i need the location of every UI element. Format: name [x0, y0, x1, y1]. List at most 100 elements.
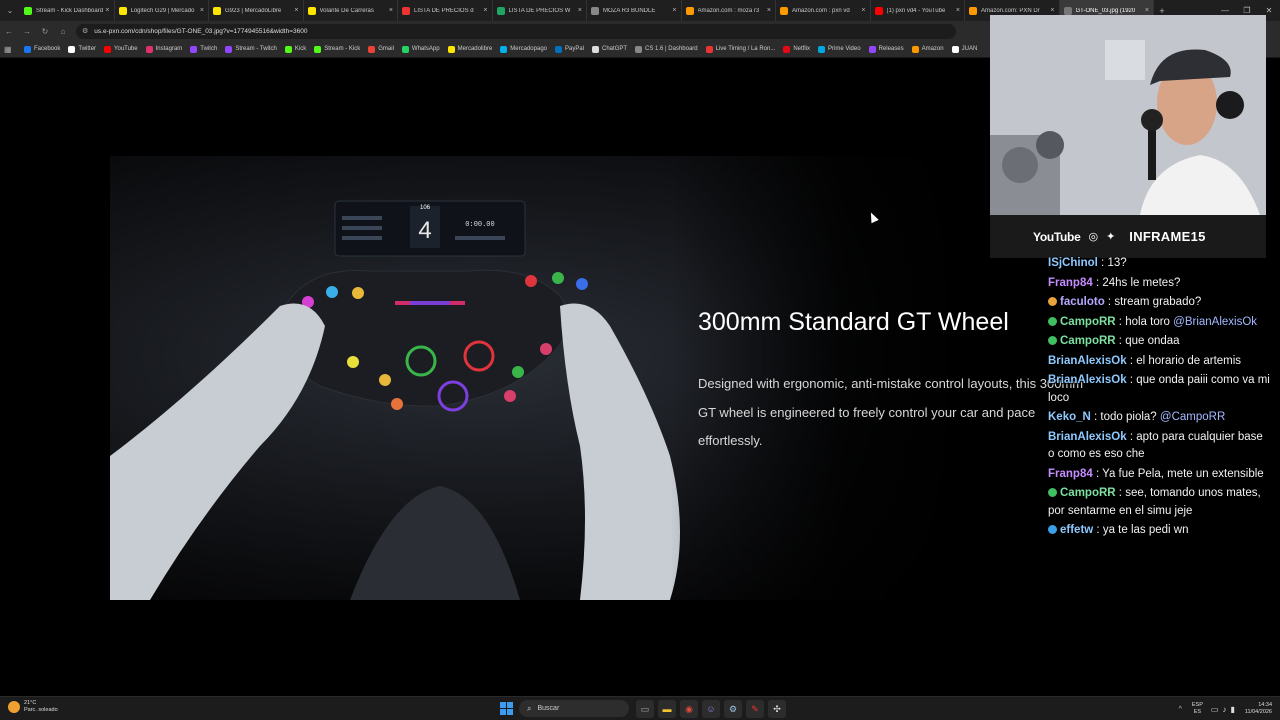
address-bar[interactable]: ⚙ us.e-pxn.com/cdn/shop/files/GT-ONE_03.…	[76, 23, 956, 39]
bookmark-item[interactable]: JUAN	[951, 45, 977, 53]
chat-separator: :	[1092, 276, 1103, 289]
tab-close-icon[interactable]: ×	[578, 7, 582, 14]
new-tab-button[interactable]: +	[1154, 6, 1170, 16]
tab-close-icon[interactable]: ×	[956, 7, 960, 14]
browser-tab[interactable]: (1) pxn vd4 - YouTube ×	[871, 0, 965, 21]
language-indicator[interactable]: ESP ES	[1192, 702, 1203, 716]
tab-title: Amazon.com : pxn vd	[792, 7, 850, 14]
tab-close-icon[interactable]: ×	[1050, 7, 1054, 14]
lap-time-readout: 0:00.00	[465, 221, 494, 229]
browser-tab[interactable]: Stream - Kick Dashboard ×	[20, 0, 115, 21]
tab-close-icon[interactable]: ×	[1145, 7, 1149, 14]
chat-message: BrianAlexisOk : el horario de artemis	[1048, 353, 1270, 371]
tab-favicon-icon	[780, 6, 788, 15]
bookmark-label: Amazon	[921, 46, 944, 52]
chat-separator: :	[1092, 467, 1103, 480]
close-window-icon[interactable]: ✕	[1258, 6, 1280, 15]
tab-close-icon[interactable]: ×	[389, 7, 393, 14]
obs-icon[interactable]: ✎	[746, 700, 764, 718]
weather-temp: 21°C	[24, 700, 37, 706]
bookmark-item[interactable]: Facebook	[24, 45, 60, 53]
tab-close-icon[interactable]: ×	[200, 7, 204, 14]
file-explorer-icon[interactable]: ▬	[658, 700, 676, 718]
url-text: us.e-pxn.com/cdn/shop/files/GT-ONE_03.jp…	[94, 27, 308, 35]
forward-icon[interactable]: →	[18, 27, 36, 36]
windows-start-icon[interactable]	[500, 702, 513, 715]
tab-close-icon[interactable]: ×	[861, 7, 865, 14]
taskbar-search[interactable]: ⌕ Buscar	[519, 700, 629, 717]
bookmark-item[interactable]: Prime Video	[818, 45, 861, 53]
tab-close-icon[interactable]: ×	[294, 7, 298, 14]
browser-tab[interactable]: Volante De Carreras ×	[304, 0, 398, 21]
bookmark-item[interactable]: Mercadopago	[500, 45, 547, 53]
tray-expand-icon[interactable]: ^	[1179, 706, 1182, 713]
chat-message: CampoRR : see, tomando unos mates, por s…	[1048, 485, 1270, 520]
volume-icon[interactable]: ♪	[1222, 705, 1226, 714]
chat-separator: :	[1115, 315, 1126, 328]
bookmark-item[interactable]: CS 1.6 | Dashboard	[635, 45, 698, 53]
bookmark-favicon-icon	[705, 45, 713, 53]
bookmark-item[interactable]: Netflix	[783, 45, 810, 53]
home-icon[interactable]: ⌂	[54, 27, 72, 36]
chat-username: Franp84	[1048, 276, 1093, 289]
browser-tab[interactable]: Amazon.com : pxn vd ×	[776, 0, 871, 21]
chrome-icon[interactable]: ◉	[680, 700, 698, 718]
browser-tab[interactable]: LISTA DE PRECIOS d ×	[398, 0, 493, 21]
bookmark-label: Gmail	[378, 46, 394, 52]
tab-close-icon[interactable]: ×	[483, 7, 487, 14]
task-view-icon[interactable]: ▭	[636, 700, 654, 718]
back-icon[interactable]: ←	[0, 27, 18, 36]
bookmark-item[interactable]: Stream - Kick	[314, 45, 360, 53]
bookmark-item[interactable]: WhatsApp	[401, 45, 440, 53]
bookmark-favicon-icon	[401, 45, 409, 53]
discord-icon[interactable]: ☺	[702, 700, 720, 718]
steam-icon[interactable]: ⚙	[724, 700, 742, 718]
browser-tab[interactable]: Logitech G29 | Mercado ×	[115, 0, 209, 21]
browser-tab[interactable]: LISTA DE PRECIOS W ×	[493, 0, 587, 21]
bookmark-item[interactable]: PayPal	[555, 45, 584, 53]
maximize-icon[interactable]: ❐	[1236, 6, 1258, 15]
browser-tab[interactable]: Amazon.com : moza r3 ×	[682, 0, 776, 21]
bookmark-item[interactable]: YouTube	[104, 45, 138, 53]
tab-favicon-icon	[1063, 6, 1072, 15]
bookmark-item[interactable]: Amazon	[911, 45, 944, 53]
app-icon[interactable]: ✣	[768, 700, 786, 718]
bookmark-item[interactable]: Stream - Twitch	[225, 45, 277, 53]
bookmark-favicon-icon	[104, 45, 112, 53]
twitter-icon: ✦	[1106, 231, 1116, 243]
tab-close-icon[interactable]: ×	[767, 7, 771, 14]
tab-favicon-icon	[213, 6, 221, 15]
bookmark-item[interactable]: Live Timing / La Ron...	[705, 45, 775, 53]
site-info-icon[interactable]: ⚙	[82, 27, 88, 35]
bookmark-item[interactable]: Instagram	[145, 45, 182, 53]
bookmark-item[interactable]: Kick	[284, 45, 307, 53]
chat-separator: :	[1115, 487, 1126, 499]
chat-message: Keko_N : todo piola? @CampoRR	[1048, 409, 1270, 427]
bookmark-label: Kick	[294, 46, 307, 52]
minimize-icon[interactable]: —	[1214, 6, 1236, 15]
bookmark-item[interactable]: Mercadolibre	[447, 45, 492, 53]
bookmark-item[interactable]: Twitter	[68, 45, 96, 53]
network-icon[interactable]: ▭	[1211, 705, 1219, 714]
apps-grid-icon[interactable]: ▦	[4, 45, 24, 54]
tab-title: Amazon.com: PXN Dr	[981, 7, 1040, 14]
battery-icon[interactable]: ▮	[1230, 705, 1234, 714]
bookmark-item[interactable]: Releases	[868, 45, 904, 53]
tab-title: LISTA DE PRECIOS d	[414, 7, 474, 14]
tab-close-icon[interactable]: ×	[672, 7, 676, 14]
bookmark-item[interactable]: ChatGPT	[592, 45, 627, 53]
browser-tab[interactable]: G923 | MercadoLibre ×	[209, 0, 304, 21]
streamer-figure	[990, 15, 1266, 215]
bookmark-label: Netflix	[793, 46, 810, 52]
bookmark-favicon-icon	[911, 45, 919, 53]
tab-search-icon[interactable]: ⌄	[0, 0, 20, 21]
bookmark-item[interactable]: Twitch	[190, 45, 217, 53]
tab-close-icon[interactable]: ×	[105, 7, 109, 14]
browser-tab[interactable]: MOZA R3 BUNDLE ×	[587, 0, 682, 21]
clock[interactable]: 14:34 11/04/2026	[1245, 702, 1272, 716]
bookmark-item[interactable]: Gmail	[368, 45, 394, 53]
tab-favicon-icon	[24, 6, 32, 15]
reload-icon[interactable]: ↻	[36, 27, 54, 36]
live-chat-overlay: ISjChinol : 13? Franp84 : 24hs le metes? f…	[1048, 255, 1270, 542]
weather-widget[interactable]: 21°C Parc. soleado	[8, 700, 58, 714]
